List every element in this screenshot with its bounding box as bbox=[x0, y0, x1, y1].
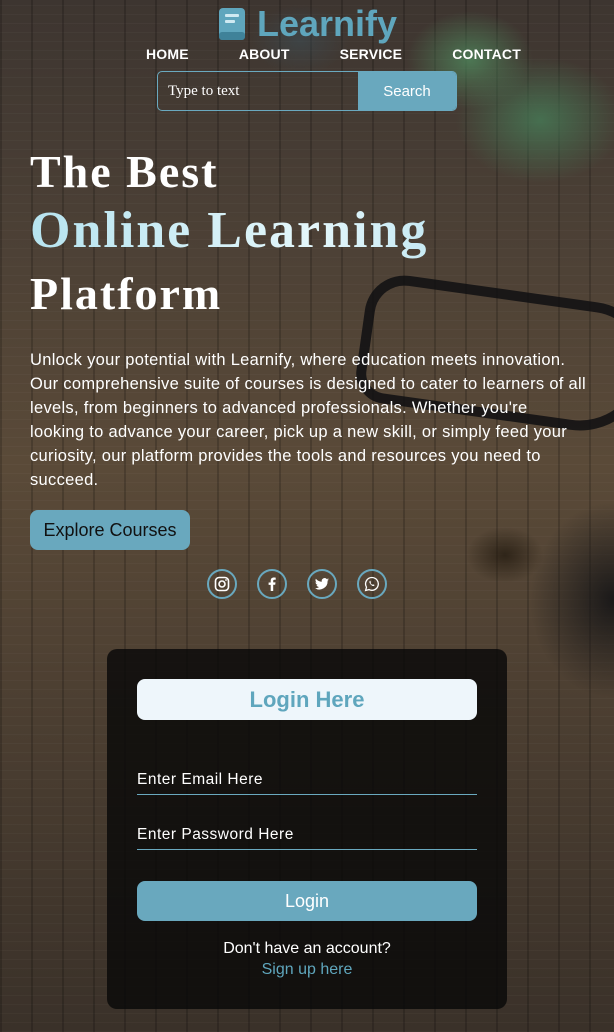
main-nav: HOME ABOUT SERVICE CONTACT bbox=[146, 46, 521, 62]
book-icon bbox=[217, 6, 249, 42]
login-title: Login Here bbox=[137, 679, 477, 720]
nav-about[interactable]: ABOUT bbox=[239, 46, 290, 62]
brand-logo[interactable]: Learnify bbox=[217, 3, 398, 44]
password-field[interactable] bbox=[137, 820, 477, 850]
whatsapp-icon[interactable] bbox=[357, 569, 387, 599]
social-links bbox=[207, 569, 387, 599]
signup-link[interactable]: Sign up here bbox=[107, 961, 507, 979]
search-bar: Search bbox=[157, 71, 457, 111]
search-input[interactable] bbox=[158, 72, 358, 110]
login-card: Login Here Login Don't have an account? … bbox=[107, 649, 507, 1009]
login-button[interactable]: Login bbox=[137, 881, 477, 921]
signup-question: Don't have an account? bbox=[223, 940, 391, 957]
nav-contact[interactable]: CONTACT bbox=[452, 46, 521, 62]
twitter-icon[interactable] bbox=[307, 569, 337, 599]
facebook-icon[interactable] bbox=[257, 569, 287, 599]
hero-title-line-2: Online Learning bbox=[30, 198, 590, 264]
nav-home[interactable]: HOME bbox=[146, 46, 189, 62]
site-header: Learnify bbox=[0, 3, 614, 47]
hero-title-line-3: Platform bbox=[30, 268, 223, 319]
instagram-icon[interactable] bbox=[207, 569, 237, 599]
email-field[interactable] bbox=[137, 765, 477, 795]
hero-description: Unlock your potential with Learnify, whe… bbox=[30, 351, 586, 489]
explore-courses-button[interactable]: Explore Courses bbox=[30, 510, 190, 550]
hero-section: The Best Online Learning Platform Unlock… bbox=[30, 146, 590, 492]
hero-title-line-1: The Best bbox=[30, 146, 219, 197]
nav-service[interactable]: SERVICE bbox=[340, 46, 403, 62]
search-button[interactable]: Search bbox=[358, 72, 456, 110]
brand-name: Learnify bbox=[256, 3, 398, 44]
